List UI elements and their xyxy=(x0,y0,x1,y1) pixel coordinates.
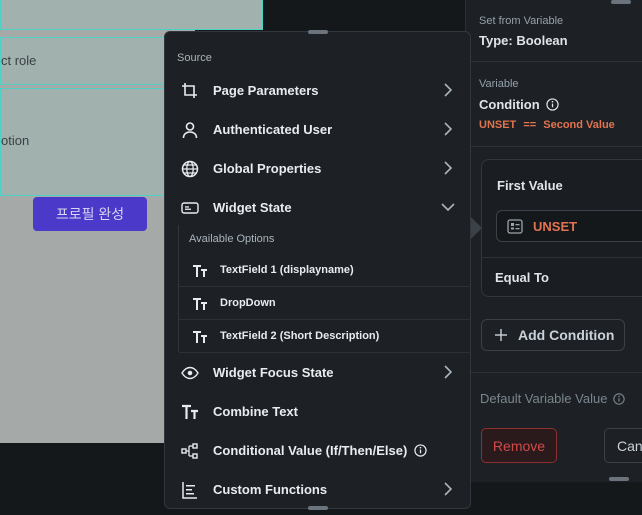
conditional-value-row: Conditional Value (If/Then/Else) xyxy=(213,443,427,458)
text-icon xyxy=(192,330,208,344)
expr-left: UNSET xyxy=(479,119,517,131)
menu-item-custom-functions[interactable]: Custom Functions xyxy=(165,470,470,509)
chevron-right-icon xyxy=(440,364,456,380)
text-icon xyxy=(192,264,208,278)
chevron-right-icon xyxy=(440,121,456,137)
popover-pointer xyxy=(470,216,482,240)
user-icon xyxy=(181,121,199,139)
function-icon xyxy=(181,481,199,499)
option-label: TextField 1 (displayname) xyxy=(220,264,354,276)
default-variable-row: Default Variable Value xyxy=(480,391,626,406)
crop-icon xyxy=(181,82,199,100)
plus-icon xyxy=(494,328,508,342)
widget-focus-state-label: Widget Focus State xyxy=(213,365,334,380)
authenticated-user-label: Authenticated User xyxy=(213,122,333,137)
variable-settings-panel: Set from Variable Type: Boolean Variable… xyxy=(465,0,642,482)
combine-text-label: Combine Text xyxy=(213,404,298,419)
add-condition-button[interactable]: Add Condition xyxy=(481,319,625,351)
widget-icon xyxy=(181,199,199,217)
info-icon[interactable] xyxy=(545,98,559,111)
available-options-label: Available Options xyxy=(189,233,275,245)
field3-text: otion xyxy=(1,133,30,148)
globe-icon xyxy=(181,160,199,178)
canvas-gap xyxy=(263,0,465,32)
panel-divider xyxy=(466,146,642,147)
chevron-right-icon xyxy=(440,481,456,497)
menu-item-combine-text[interactable]: Combine Text xyxy=(165,392,470,431)
menu-item-widget-focus-state[interactable]: Widget Focus State xyxy=(165,353,470,392)
info-icon[interactable] xyxy=(613,392,626,405)
conditional-value-label: Conditional Value (If/Then/Else) xyxy=(213,443,408,458)
equal-to-label: Equal To xyxy=(495,270,549,285)
menu-item-conditional-value[interactable]: Conditional Value (If/Then/Else) xyxy=(165,431,470,470)
info-icon[interactable] xyxy=(414,444,427,457)
condition-label: Condition xyxy=(479,97,540,112)
text-icon xyxy=(192,297,208,311)
option-label: TextField 2 (Short Description) xyxy=(220,330,380,342)
condition-divider xyxy=(482,257,642,258)
menu-item-widget-state[interactable]: Widget State xyxy=(165,188,470,227)
chevron-right-icon xyxy=(440,82,456,98)
expr-operator: == xyxy=(523,119,537,131)
eye-icon xyxy=(181,364,199,382)
default-variable-label: Default Variable Value xyxy=(480,391,608,406)
widget-state-options: Available Options TextField 1 (displayna… xyxy=(178,225,471,353)
chevron-down-icon xyxy=(440,199,456,215)
menu-item-authenticated-user[interactable]: Authenticated User xyxy=(165,110,470,149)
global-properties-label: Global Properties xyxy=(213,161,322,176)
text-icon xyxy=(181,403,199,421)
menu-bottom-handle[interactable] xyxy=(308,506,328,510)
option-textfield-1[interactable]: TextField 1 (displayname) xyxy=(179,254,471,287)
custom-functions-label: Custom Functions xyxy=(213,482,328,497)
chevron-right-icon xyxy=(440,160,456,176)
widget-state-label: Widget State xyxy=(213,200,292,215)
field2-text: ct role xyxy=(1,53,37,68)
remove-button[interactable]: Remove xyxy=(481,428,557,463)
source-dropdown-menu: Source Page Parameters Authenticated Use… xyxy=(164,30,471,510)
profile-complete-button[interactable]: 프로필 완성 xyxy=(33,197,147,231)
condition-row: Condition xyxy=(479,97,559,112)
panel-divider xyxy=(466,372,642,373)
panel-top-handle[interactable] xyxy=(611,0,631,4)
condition-expression: UNSET == Second Value xyxy=(479,119,615,131)
menu-top-handle[interactable] xyxy=(308,30,328,34)
menu-item-global-properties[interactable]: Global Properties xyxy=(165,149,470,188)
variable-label: Variable xyxy=(479,78,519,90)
add-condition-label: Add Condition xyxy=(518,327,615,343)
first-value-label: First Value xyxy=(497,178,563,193)
cancel-button[interactable]: Canc xyxy=(604,428,642,463)
type-boolean-label: Type: Boolean xyxy=(479,33,568,48)
source-label: Source xyxy=(177,52,212,64)
variable-icon xyxy=(507,219,523,234)
first-value-selector[interactable]: UNSET xyxy=(496,210,642,242)
unset-value: UNSET xyxy=(533,219,578,234)
menu-item-page-parameters[interactable]: Page Parameters xyxy=(165,71,470,110)
panel-bottom-handle[interactable] xyxy=(609,477,629,481)
page-parameters-label: Page Parameters xyxy=(213,83,319,98)
set-from-variable-label: Set from Variable xyxy=(479,15,564,27)
expr-right: Second Value xyxy=(543,119,615,131)
option-dropdown[interactable]: DropDown xyxy=(179,287,471,320)
canvas-textfield-1[interactable] xyxy=(0,0,263,30)
panel-divider xyxy=(466,61,642,62)
option-textfield-2[interactable]: TextField 2 (Short Description) xyxy=(179,320,471,353)
branch-icon xyxy=(181,442,199,460)
option-label: DropDown xyxy=(220,297,276,309)
